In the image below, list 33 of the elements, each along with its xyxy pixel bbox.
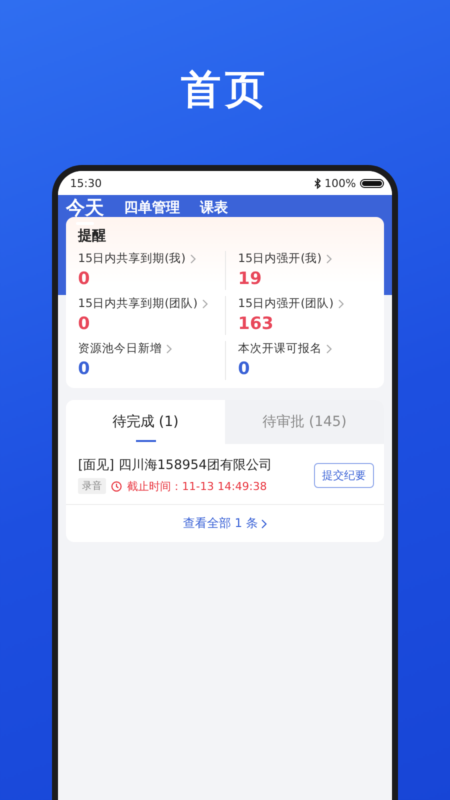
chevron-icon	[338, 298, 344, 308]
card-title: 提醒	[78, 227, 107, 245]
task-tag: 录音	[78, 478, 106, 494]
task-deadline: 截止时间：11-13 14:49:38	[127, 478, 267, 494]
metric-link[interactable]: 资源池今日新增	[78, 341, 225, 356]
task-title: [面见] 四川海158954团有限公司	[78, 457, 273, 474]
chevron-icon	[190, 254, 196, 264]
metric-link[interactable]: 15日内强开(团队)	[238, 296, 372, 311]
metric-link[interactable]: 本次开课可报名	[238, 341, 372, 356]
bluetooth-icon	[314, 178, 321, 188]
chevron-icon	[326, 344, 332, 354]
battery-percent: 100%	[324, 176, 356, 190]
status-time: 15:30	[70, 176, 102, 190]
chevron-icon	[202, 298, 208, 308]
nav-tab[interactable]: 四单管理	[124, 195, 180, 221]
metric-link[interactable]: 15日内共享到期(团队)	[78, 296, 225, 311]
metric-value: 19	[238, 268, 263, 290]
metric-link[interactable]: 15日内强开(我)	[238, 251, 372, 266]
clock-icon	[111, 480, 122, 492]
nav-tab[interactable]: 课表	[200, 195, 228, 221]
metric-value: 0	[238, 358, 251, 380]
chevron-icon	[326, 254, 332, 264]
metric-value: 163	[238, 313, 274, 335]
metric-value: 0	[78, 268, 91, 290]
metric-value: 0	[78, 358, 91, 380]
metric-value: 0	[78, 313, 91, 335]
battery-icon	[360, 178, 384, 188]
view-all-link[interactable]: 查看全部 1 条	[182, 505, 268, 542]
chevron-icon	[166, 344, 172, 354]
metric-link[interactable]: 15日内共享到期(我)	[78, 251, 225, 266]
page-title: 首页	[181, 66, 269, 115]
chevron-icon	[261, 518, 268, 528]
submit-button[interactable]: 提交纪要	[314, 462, 374, 488]
